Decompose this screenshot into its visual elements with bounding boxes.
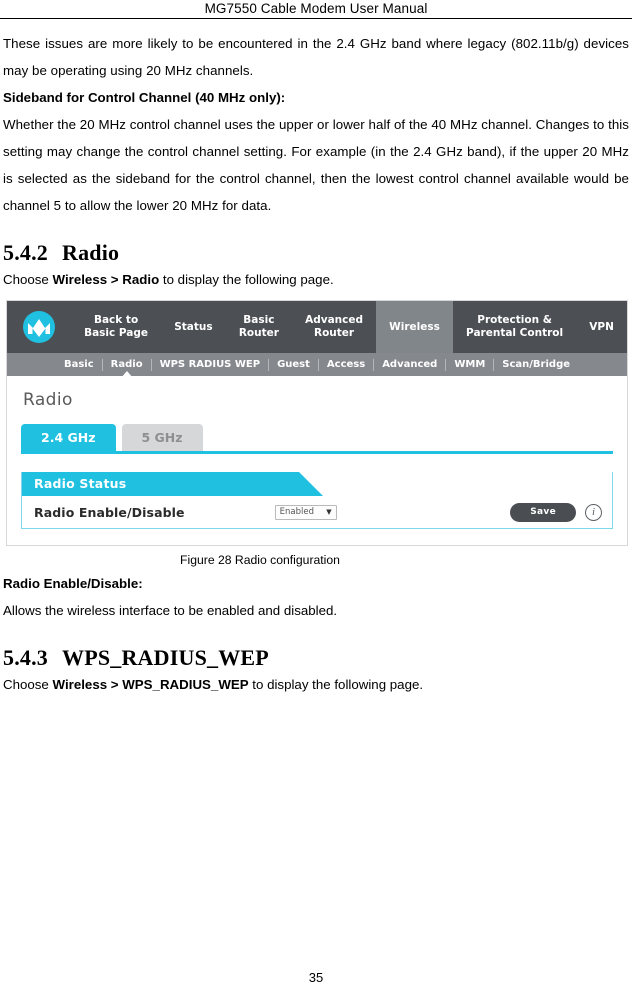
subnav-item-basic[interactable]: Basic bbox=[56, 359, 102, 371]
heading-sideband: Sideband for Control Channel (40 MHz onl… bbox=[3, 90, 286, 105]
info-icon[interactable]: i bbox=[585, 503, 602, 521]
radio-status-banner: Radio Status bbox=[22, 472, 324, 496]
subnav-item-advanced[interactable]: Advanced bbox=[373, 358, 445, 371]
running-header-title: MG7550 Cable Modem User Manual bbox=[204, 1, 428, 16]
nav-item-vpn[interactable]: VPN bbox=[576, 301, 627, 353]
subnav-label-scan-bridge: Scan/Bridge bbox=[502, 358, 571, 370]
choose-prefix-wps: Choose bbox=[3, 677, 53, 692]
section-title-wps: WPS_RADIUS_WEP bbox=[62, 645, 269, 670]
band-tab-5ghz[interactable]: 5 GHz bbox=[121, 424, 203, 451]
subnav-item-wps-radius-wep[interactable]: WPS RADIUS WEP bbox=[150, 358, 269, 371]
subnav-label-wmm: WMM bbox=[454, 358, 486, 370]
save-button[interactable]: Save bbox=[510, 502, 576, 522]
motorola-m-icon bbox=[28, 319, 50, 337]
choose-prefix-radio: Choose bbox=[3, 272, 53, 287]
paragraph-sideband: Whether the 20 MHz control channel uses … bbox=[3, 117, 629, 213]
choose-line-wps: Choose Wireless > WPS_RADIUS_WEP to disp… bbox=[3, 671, 629, 698]
motorola-logo-circle bbox=[23, 311, 55, 343]
radio-enable-select-value: Enabled bbox=[279, 507, 314, 517]
router-primary-nav: Back to Basic Page Status Basic Router A… bbox=[7, 301, 627, 353]
page-number: 35 bbox=[308, 970, 324, 985]
paragraph-radio-enable-disable: Allows the wireless interface to be enab… bbox=[3, 603, 338, 618]
subnav-label-basic: Basic bbox=[63, 358, 94, 370]
motorola-logo[interactable] bbox=[7, 301, 71, 353]
active-caret-icon bbox=[120, 370, 133, 378]
nav-item-back-to-basic-page[interactable]: Back to Basic Page bbox=[71, 301, 161, 353]
radio-enable-row: Radio Enable/Disable Enabled ▼ Save i bbox=[22, 496, 612, 528]
subnav-label-guest: Guest bbox=[277, 358, 310, 370]
paragraph-intro: These issues are more likely to be encou… bbox=[3, 36, 629, 78]
section-number-radio: 5.4.2 bbox=[3, 240, 48, 265]
heading-radio-enable-disable: Radio Enable/Disable: bbox=[3, 576, 143, 591]
nav-item-basic-router[interactable]: Basic Router bbox=[226, 301, 292, 353]
nav-item-advanced-router[interactable]: Advanced Router bbox=[292, 301, 376, 353]
subnav-item-access[interactable]: Access bbox=[317, 358, 373, 371]
running-header: MG7550 Cable Modem User Manual bbox=[0, 0, 632, 19]
panel-title: Radio bbox=[23, 390, 73, 410]
figure-caption: Figure 28 Radio configuration bbox=[180, 553, 340, 567]
chevron-down-icon: ▼ bbox=[326, 508, 332, 516]
router-sub-nav: Basic Radio WPS RADIUS WEP Guest Access … bbox=[7, 353, 627, 378]
choose-suffix-radio: to display the following page. bbox=[159, 272, 334, 287]
subnav-label-advanced: Advanced bbox=[382, 358, 438, 370]
subnav-item-guest[interactable]: Guest bbox=[268, 358, 318, 371]
subnav-label-wps-radius-wep: WPS RADIUS WEP bbox=[159, 358, 261, 370]
subnav-label-access: Access bbox=[326, 358, 366, 370]
nav-item-protection-parental-control[interactable]: Protection & Parental Control bbox=[453, 301, 576, 353]
radio-enable-label: Radio Enable/Disable bbox=[34, 504, 185, 520]
router-panel-body: Radio 2.4 GHz 5 GHz Radio Status Radio E… bbox=[7, 376, 627, 545]
band-tab-group: 2.4 GHz 5 GHz bbox=[21, 424, 613, 454]
section-number-wps: 5.4.3 bbox=[3, 645, 48, 670]
choose-suffix-wps: to display the following page. bbox=[248, 677, 424, 692]
radio-status-card: Radio Status Radio Enable/Disable Enable… bbox=[21, 472, 613, 529]
document-page: MG7550 Cable Modem User Manual These iss… bbox=[0, 0, 632, 992]
section-title-radio: Radio bbox=[62, 240, 120, 265]
nav-item-status[interactable]: Status bbox=[161, 301, 226, 353]
choose-path-wps: Wireless > WPS_RADIUS_WEP bbox=[52, 677, 249, 692]
subnav-item-radio[interactable]: Radio bbox=[101, 358, 151, 378]
choose-path-radio: Wireless > Radio bbox=[52, 272, 160, 287]
figure-radio-configuration: Back to Basic Page Status Basic Router A… bbox=[6, 300, 628, 546]
subnav-item-scan-bridge[interactable]: Scan/Bridge bbox=[493, 358, 578, 371]
nav-item-wireless[interactable]: Wireless bbox=[376, 301, 453, 353]
section-heading-wps: 5.4.3 WPS_RADIUS_WEP bbox=[3, 645, 629, 671]
section-heading-radio: 5.4.2 Radio bbox=[3, 240, 629, 266]
subnav-item-wmm[interactable]: WMM bbox=[445, 358, 493, 371]
radio-enable-select[interactable]: Enabled ▼ bbox=[274, 504, 337, 520]
header-divider bbox=[0, 18, 632, 19]
subnav-label-radio: Radio bbox=[110, 358, 143, 370]
page-content: These issues are more likely to be encou… bbox=[0, 30, 632, 698]
choose-line-radio: Choose Wireless > Radio to display the f… bbox=[3, 266, 629, 293]
band-tab-24ghz[interactable]: 2.4 GHz bbox=[21, 424, 116, 451]
